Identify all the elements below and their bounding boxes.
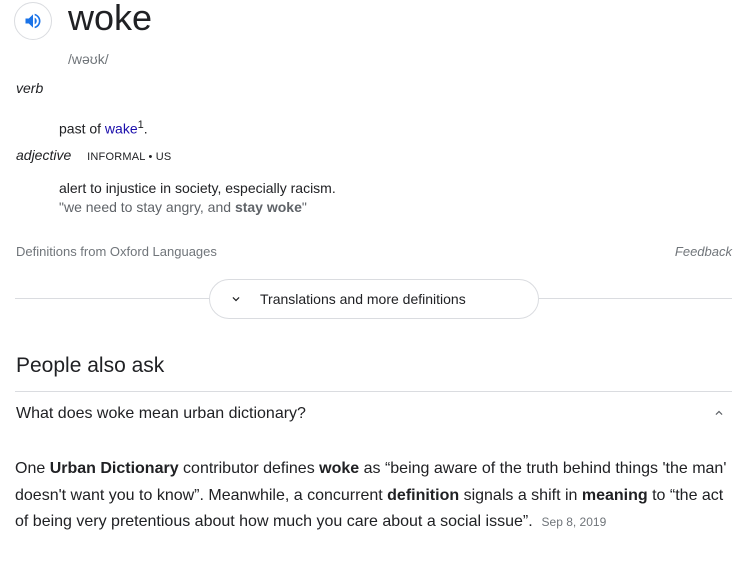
- answer-text: signals a shift in: [459, 486, 582, 504]
- answer-bold: Urban Dictionary: [49, 460, 179, 477]
- speaker-icon: [25, 13, 41, 29]
- paa-answer: One Urban Dictionary contributor defines…: [15, 456, 735, 536]
- more-definitions-button[interactable]: Translations and more definitions: [209, 279, 539, 319]
- wake-link[interactable]: wake: [105, 121, 138, 137]
- feedback-link[interactable]: Feedback: [675, 244, 732, 259]
- paa-question[interactable]: What does woke mean urban dictionary?: [16, 405, 306, 423]
- pos-label: adjective: [16, 147, 72, 163]
- divider-right: [539, 298, 732, 299]
- example-suffix: ": [301, 199, 307, 215]
- definition-suffix: .: [143, 120, 148, 137]
- dictionary-word: woke: [68, 0, 153, 38]
- people-also-ask-title: People also ask: [16, 354, 165, 377]
- answer-bold: definition: [387, 486, 460, 504]
- example-bold: stay woke: [234, 199, 302, 215]
- answer-bold: meaning: [581, 486, 648, 504]
- phonetic-spelling: /wəʊk/: [68, 51, 109, 67]
- part-of-speech-verb: verb: [16, 80, 44, 96]
- answer-date: Sep 8, 2019: [541, 515, 607, 529]
- divider-left: [15, 298, 209, 299]
- definition-prefix: past of: [59, 120, 105, 137]
- chevron-up-icon[interactable]: [712, 406, 726, 420]
- pronunciation-button[interactable]: [14, 2, 52, 40]
- usage-example: "we need to stay angry, and stay woke": [59, 198, 307, 216]
- example-prefix: "we need to stay angry, and: [59, 199, 235, 215]
- definition-adjective: alert to injustice in society, especiall…: [59, 180, 336, 196]
- more-definitions-label: Translations and more definitions: [260, 291, 466, 307]
- part-of-speech-adjective: adjective INFORMAL • US: [16, 147, 171, 163]
- answer-bold: woke: [319, 460, 360, 477]
- answer-text: contributor defines: [178, 460, 320, 477]
- chevron-down-icon: [228, 291, 244, 307]
- answer-text: One: [15, 460, 50, 477]
- definition-verb: past of wake1.: [59, 116, 148, 138]
- definitions-source: Definitions from Oxford Languages: [16, 244, 217, 259]
- register-tag: INFORMAL • US: [87, 151, 172, 163]
- paa-divider: [15, 391, 732, 392]
